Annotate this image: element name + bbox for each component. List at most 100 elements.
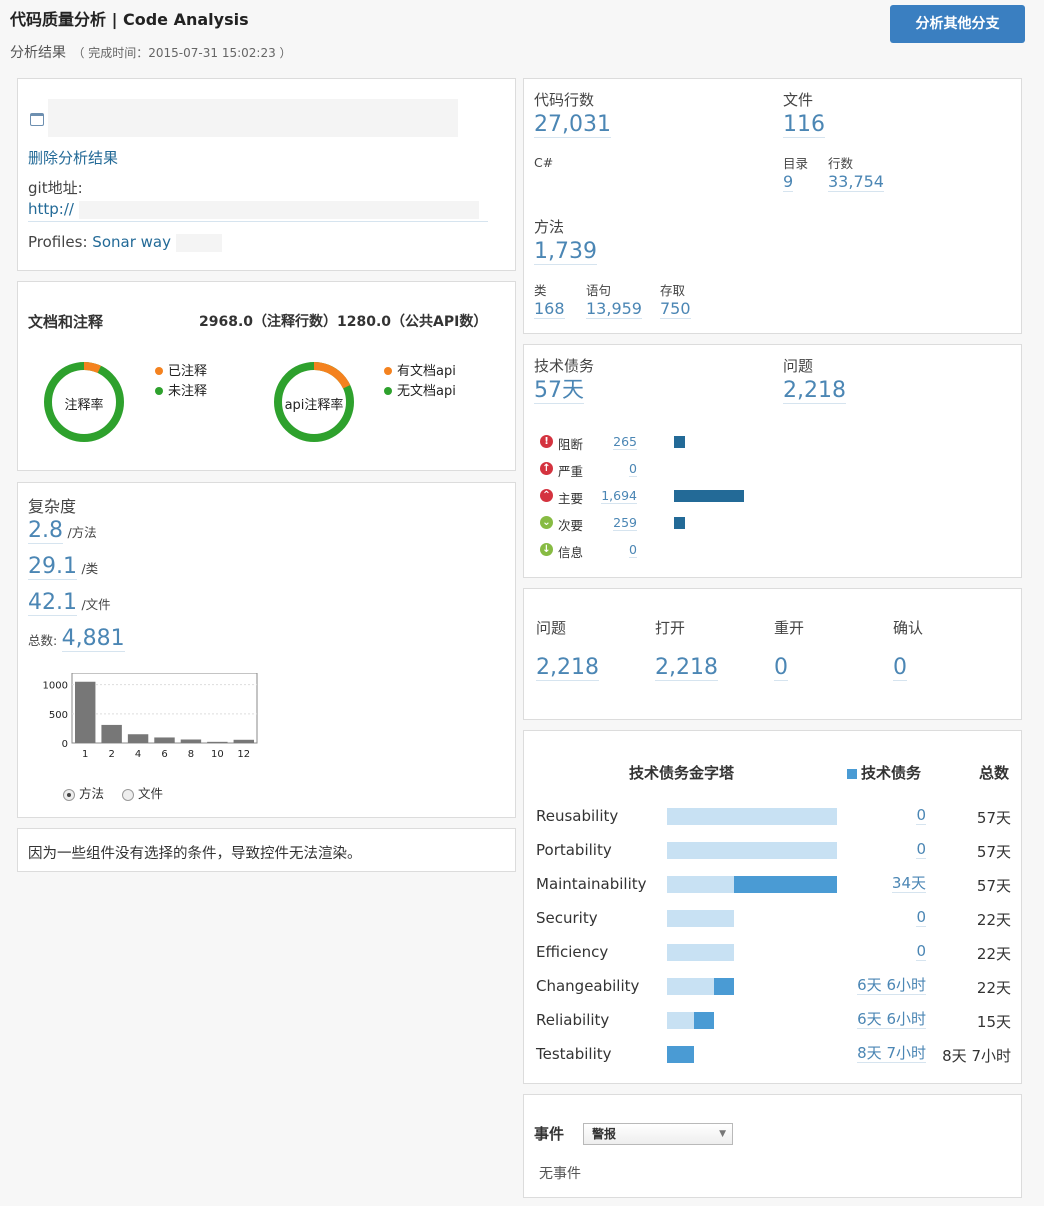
legend-commented-label: 已注释 — [168, 364, 208, 379]
pyramid-total-bar — [667, 944, 735, 961]
pyramid-characteristic: Changeability — [536, 977, 640, 995]
radio-file[interactable]: 文件 — [121, 786, 163, 801]
donut2-center-label: api注释率 — [284, 398, 344, 413]
git-url-link[interactable]: http:// — [28, 200, 488, 222]
issue-status-value[interactable]: 2,218 — [655, 655, 718, 682]
radio-file-label: 文件 — [137, 786, 163, 801]
donut1-center-label: 注释率 — [64, 398, 104, 413]
pyramid-row: Reliability 6天 6小时 15天 — [536, 1005, 1011, 1035]
loc-value[interactable]: 27,031 — [534, 112, 611, 139]
analyze-branch-button[interactable]: 分析其他分支 — [890, 5, 1025, 43]
events-filter-value: 警报 — [592, 1127, 617, 1141]
severity-count[interactable]: 259 — [613, 516, 637, 531]
per-file-value[interactable]: 42.1 — [28, 590, 77, 617]
delete-analysis-link[interactable]: 删除分析结果 — [28, 147, 118, 168]
per-class-unit: /类 — [81, 561, 99, 576]
debt-value[interactable]: 57天 — [534, 378, 584, 405]
per-class-value[interactable]: 29.1 — [28, 554, 77, 581]
chart-bar — [101, 724, 122, 743]
files-value[interactable]: 116 — [783, 112, 825, 139]
severity-count[interactable]: 0 — [629, 543, 637, 558]
issue-status-value[interactable]: 2,218 — [536, 655, 599, 682]
per-method-value[interactable]: 2.8 — [28, 518, 63, 545]
severity-name: 严重 — [558, 464, 584, 479]
pyramid-total-value: 22天 — [976, 945, 1011, 963]
pyramid-row: Reusability 0 57天 — [536, 801, 1011, 831]
chart-bar — [180, 739, 202, 743]
classes-value[interactable]: 168 — [534, 300, 565, 319]
chart-bar — [207, 741, 228, 743]
chart-bar — [75, 681, 96, 743]
severity-bar — [674, 490, 744, 502]
pyramid-debt-value[interactable]: 8天 7小时 — [857, 1045, 926, 1063]
donut1-legend: 已注释 未注释 — [155, 362, 207, 402]
pyramid-title: 技术债务金字塔 — [629, 764, 735, 782]
pyramid-debt-value[interactable]: 0 — [916, 943, 926, 961]
severity-count[interactable]: 265 — [613, 435, 637, 450]
pyramid-debt-value[interactable]: 6天 6小时 — [857, 1011, 926, 1029]
green-dot-icon — [384, 387, 392, 395]
docs-title: 文档和注释 — [28, 313, 104, 331]
profiles-label: Profiles: — [28, 233, 88, 251]
info-icon: ↓ — [540, 543, 553, 556]
per-file-unit: /文件 — [81, 597, 111, 612]
classes-label: 类 — [534, 283, 547, 298]
chart-plot-area — [71, 673, 258, 744]
total-label: 总数: — [28, 633, 58, 648]
issue-status-value[interactable]: 0 — [774, 655, 788, 682]
chart-x-tick: 10 — [211, 749, 224, 760]
issues-value[interactable]: 2,218 — [783, 378, 846, 405]
completed-time: （ 完成时间：2015-07-31 15:02:23 ） — [72, 46, 292, 60]
dirs-value[interactable]: 9 — [783, 173, 794, 192]
pyramid-total-header: 总数 — [978, 764, 1009, 782]
pyramid-debt-value[interactable]: 6天 6小时 — [857, 977, 926, 995]
profile-redacted — [175, 233, 222, 252]
total-value[interactable]: 4,881 — [61, 626, 125, 653]
severity-row: ! 阻断 265 — [540, 431, 800, 453]
pyramid-total-bar — [667, 910, 735, 927]
pyramid-debt-value[interactable]: 0 — [916, 841, 926, 859]
severity-count[interactable]: 1,694 — [601, 489, 637, 504]
lines-value[interactable]: 33,754 — [828, 173, 884, 192]
pyramid-debt-value[interactable]: 0 — [916, 909, 926, 927]
chart-y-tick: 0 — [62, 739, 68, 750]
critical-icon: ↑ — [540, 462, 553, 475]
issue-status-value[interactable]: 0 — [893, 655, 907, 682]
complexity-per-file: 42.1 /文件 — [28, 590, 111, 617]
docs-panel: 文档和注释 2968.0（注释行数）1280.0（公共API数） 注释率 已注释… — [17, 281, 516, 471]
severity-row: ↑ 严重 0 — [540, 458, 800, 480]
radio-method[interactable]: 方法 — [63, 786, 108, 801]
major-icon: ⌃ — [540, 489, 553, 502]
events-filter-select[interactable]: 警报 ▼ — [583, 1123, 733, 1145]
legend-undocumented-api-label: 无文档api — [397, 384, 456, 399]
pyramid-legend: 技术债务 — [847, 762, 921, 783]
project-panel: 删除分析结果 git地址: http:// Profiles: Sonar wa… — [17, 78, 516, 271]
statements-value[interactable]: 13,959 — [586, 300, 642, 319]
pyramid-debt-value[interactable]: 34天 — [891, 875, 926, 893]
git-url-redacted — [78, 200, 479, 219]
debt-issues-panel: 技术债务 57天 问题 2,218 ! 阻断 265 ↑ 严重 0 ⌃ 主要 1,694 ⌄ 次要 2… — [523, 344, 1022, 578]
methods-value[interactable]: 1,739 — [534, 239, 597, 266]
complexity-total: 总数: 4,881 — [28, 626, 125, 653]
legend-square-icon — [847, 768, 857, 779]
profile-link[interactable]: Sonar way — [92, 233, 171, 251]
legend-uncommented-label: 未注释 — [168, 384, 208, 399]
accessors-value[interactable]: 750 — [660, 300, 691, 319]
git-label: git地址: — [28, 179, 83, 197]
pyramid-row: Portability 0 57天 — [536, 835, 1011, 865]
pyramid-debt-value[interactable]: 0 — [916, 807, 926, 825]
project-icon — [30, 113, 44, 126]
chart-mode-radios: 方法 文件 — [63, 783, 163, 802]
chart-x-tick: 4 — [135, 749, 141, 760]
chart-x-tick: 2 — [108, 749, 114, 760]
chart-x-tick: 1 — [82, 749, 88, 760]
severity-count[interactable]: 0 — [629, 462, 637, 477]
blocker-icon: ! — [540, 435, 553, 448]
chart-x-tick: 8 — [188, 749, 194, 760]
pyramid-characteristic: Maintainability — [536, 875, 647, 893]
render-notice-panel: 因为一些组件没有选择的条件，导致控件无法渲染。 — [17, 828, 516, 872]
files-label: 文件 — [783, 91, 814, 109]
debt-pyramid-panel: 技术债务金字塔 技术债务 总数 Reusability 0 57天 Portabili… — [523, 730, 1022, 1084]
complexity-panel: 复杂度 2.8 /方法 29.1 /类 42.1 /文件 总数: 4,881 0… — [17, 482, 516, 818]
green-dot-icon — [155, 387, 163, 395]
